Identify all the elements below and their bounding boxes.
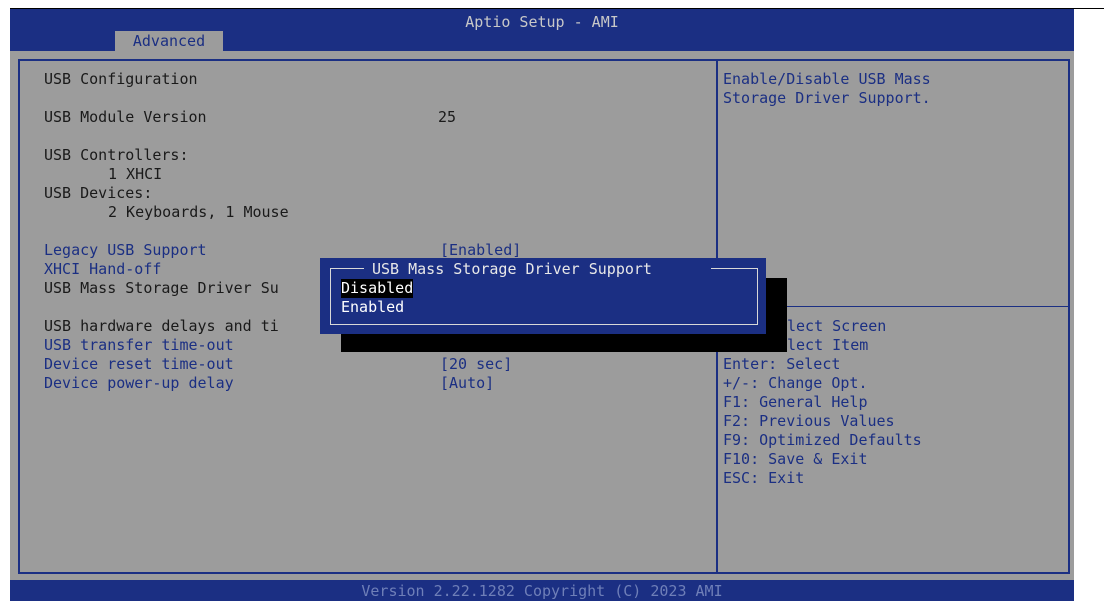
devices-value: 2 Keyboards, 1 Mouse <box>108 203 289 221</box>
device-powerup-delay-item[interactable]: Device power-up delay <box>44 374 234 393</box>
legacy-usb-support-item[interactable]: Legacy USB Support <box>44 241 207 260</box>
window-title: Aptio Setup - AMI <box>465 13 619 31</box>
module-version-label: USB Module Version <box>44 108 207 126</box>
device-powerup-delay-value[interactable]: [Auto] <box>440 374 494 393</box>
help-key-enter: Enter: Select <box>723 355 841 373</box>
popup-option-disabled[interactable]: Disabled <box>341 279 414 298</box>
devices-label: USB Devices: <box>44 184 153 202</box>
mass-storage-driver-item[interactable]: USB Mass Storage Driver Su <box>44 279 279 298</box>
section-title: USB Configuration <box>44 70 198 88</box>
help-description-line1: Enable/Disable USB Mass <box>723 70 931 88</box>
version-text: Version 2.22.1282 Copyright (C) 2023 AMI <box>361 582 723 600</box>
device-reset-timeout-value[interactable]: [20 sec] <box>440 355 512 374</box>
help-key-change-opt: +/-: Change Opt. <box>723 374 868 392</box>
help-key-f2: F2: Previous Values <box>723 412 895 430</box>
hardware-delays-label: USB hardware delays and ti <box>44 317 279 335</box>
tab-advanced[interactable]: Advanced <box>115 31 223 51</box>
bios-header: Aptio Setup - AMI Advanced <box>10 9 1074 51</box>
bios-footer: Version 2.22.1282 Copyright (C) 2023 AMI <box>10 580 1074 601</box>
help-key-f1: F1: General Help <box>723 393 868 411</box>
help-key-select-screen: lect Screen <box>787 317 887 335</box>
help-key-f10: F10: Save & Exit <box>723 450 868 468</box>
help-key-f9: F9: Optimized Defaults <box>723 431 922 449</box>
controllers-value: 1 XHCI <box>108 165 163 183</box>
help-key-select-item: lect Item <box>787 336 869 354</box>
usb-transfer-timeout-item[interactable]: USB transfer time-out <box>44 336 234 355</box>
device-reset-timeout-item[interactable]: Device reset time-out <box>44 355 234 374</box>
controllers-label: USB Controllers: <box>44 146 189 164</box>
xhci-handoff-item[interactable]: XHCI Hand-off <box>44 260 161 279</box>
popup-title: USB Mass Storage Driver Support <box>372 260 652 278</box>
help-description-line2: Storage Driver Support. <box>723 89 931 107</box>
help-key-esc: ESC: Exit <box>723 469 805 487</box>
popup-option-enabled[interactable]: Enabled <box>341 298 404 317</box>
module-version-value: 25 <box>438 108 457 126</box>
